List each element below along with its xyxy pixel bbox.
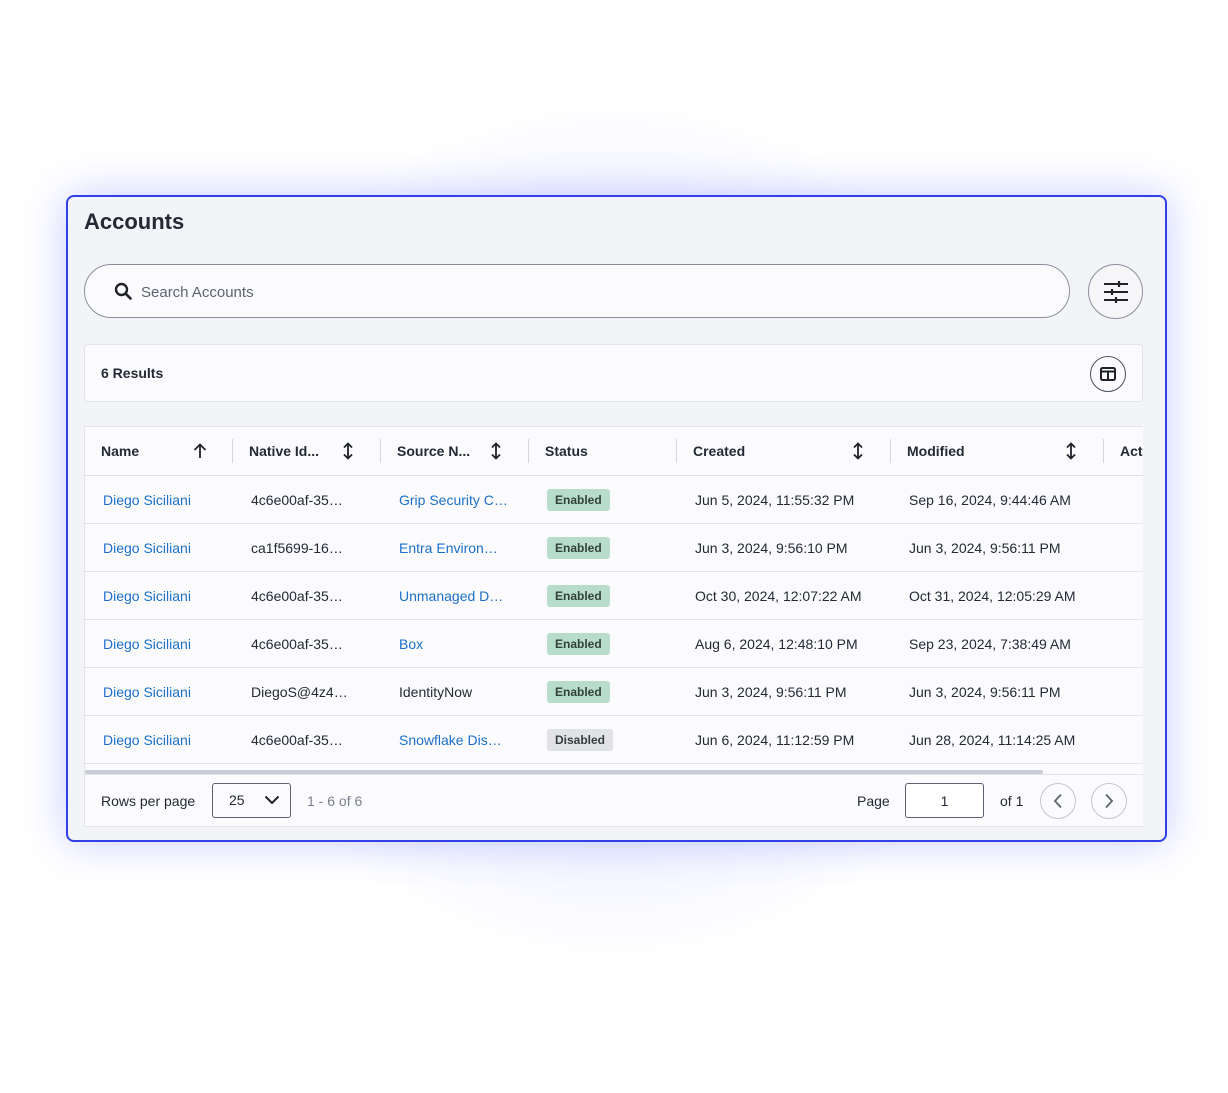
modified-cell: Jun 3, 2024, 9:56:11 PM xyxy=(891,523,1104,572)
pagination-bar: Rows per page 25 1 - 6 of 6 Page of 1 xyxy=(85,774,1143,826)
status-badge: Enabled xyxy=(547,536,610,559)
column-header-name[interactable]: Name xyxy=(85,427,233,476)
account-name-link[interactable]: Diego Siciliani xyxy=(85,667,233,716)
sort-toggle-icon[interactable] xyxy=(1062,442,1080,460)
sort-toggle-icon[interactable] xyxy=(849,442,867,460)
rows-per-page-select[interactable]: 25 xyxy=(212,783,291,818)
column-header-label: Source N... xyxy=(397,443,471,459)
column-header-label: Modified xyxy=(907,443,965,459)
status-cell: Enabled xyxy=(529,475,677,524)
accounts-panel: Accounts 6 Results xyxy=(66,195,1167,842)
status-badge: Enabled xyxy=(547,488,610,511)
modified-cell: Jun 28, 2024, 11:14:25 AM xyxy=(891,715,1104,764)
column-header-created[interactable]: Created xyxy=(677,427,891,476)
results-count: 6 Results xyxy=(101,365,164,381)
rows-per-page-value: 25 xyxy=(229,792,245,808)
native-id-cell: 4c6e00af-35… xyxy=(233,715,381,764)
modified-cell: Jun 3, 2024, 9:56:11 PM xyxy=(891,667,1104,716)
created-cell: Jun 3, 2024, 9:56:10 PM xyxy=(677,523,891,572)
account-name-link[interactable]: Diego Siciliani xyxy=(85,715,233,764)
modified-cell: Oct 31, 2024, 12:05:29 AM xyxy=(891,571,1104,620)
table-row[interactable]: Diego Siciliani 4c6e00af-35… Grip Securi… xyxy=(85,475,1143,524)
results-range: 1 - 6 of 6 xyxy=(307,793,363,809)
source-name-link[interactable]: Unmanaged D… xyxy=(381,571,529,620)
column-header-source-name[interactable]: Source N... xyxy=(381,427,529,476)
source-name-link[interactable]: Entra Environ… xyxy=(381,523,529,572)
column-header-label: Native Id... xyxy=(249,443,320,459)
status-cell: Disabled xyxy=(529,715,677,764)
table-row[interactable]: Diego Siciliani ca1f5699-16… Entra Envir… xyxy=(85,523,1143,572)
table-row[interactable]: Diego Siciliani DiegoS@4z4… IdentityNow … xyxy=(85,667,1143,716)
source-name-link[interactable]: Grip Security C… xyxy=(381,475,529,524)
status-badge: Disabled xyxy=(547,728,614,751)
sort-toggle-icon[interactable] xyxy=(339,442,357,460)
search-box[interactable] xyxy=(84,264,1070,318)
search-input[interactable] xyxy=(139,279,1043,305)
column-header-status: Status xyxy=(529,427,677,476)
account-name-link[interactable]: Diego Siciliani xyxy=(85,475,233,524)
status-cell: Enabled xyxy=(529,571,677,620)
account-name-link[interactable]: Diego Siciliani xyxy=(85,619,233,668)
sort-toggle-icon[interactable] xyxy=(487,442,505,460)
column-settings-button[interactable] xyxy=(1090,356,1126,392)
actions-cell xyxy=(1104,667,1143,716)
native-id-cell: 4c6e00af-35… xyxy=(233,619,381,668)
actions-cell xyxy=(1104,571,1143,620)
results-bar: 6 Results xyxy=(84,344,1143,402)
status-badge: Enabled xyxy=(547,632,610,655)
next-page-button[interactable] xyxy=(1091,783,1127,819)
sort-ascending-icon[interactable] xyxy=(191,442,209,460)
status-cell: Enabled xyxy=(529,667,677,716)
column-header-modified[interactable]: Modified xyxy=(891,427,1104,476)
created-cell: Jun 5, 2024, 11:55:32 PM xyxy=(677,475,891,524)
table-row[interactable]: Diego Siciliani 4c6e00af-35… Snowflake D… xyxy=(85,715,1143,764)
account-name-link[interactable]: Diego Siciliani xyxy=(85,571,233,620)
columns-icon xyxy=(1100,367,1116,381)
page-total-label: of 1 xyxy=(1000,793,1024,809)
native-id-cell: 4c6e00af-35… xyxy=(233,571,381,620)
page-number-input[interactable] xyxy=(905,783,984,818)
native-id-cell: 4c6e00af-35… xyxy=(233,475,381,524)
actions-cell xyxy=(1104,715,1143,764)
table-row[interactable]: Diego Siciliani 4c6e00af-35… Box Enabled… xyxy=(85,619,1143,668)
filter-button[interactable] xyxy=(1088,264,1143,319)
page-label: Page xyxy=(857,793,890,809)
column-header-label: Status xyxy=(545,443,588,459)
created-cell: Aug 6, 2024, 12:48:10 PM xyxy=(677,619,891,668)
column-header-label: Name xyxy=(101,443,140,459)
table-header-row: Name Native Id... Source N... Status Cre… xyxy=(85,427,1143,476)
source-name-cell: IdentityNow xyxy=(381,667,529,716)
chevron-right-icon xyxy=(1105,793,1114,809)
status-cell: Enabled xyxy=(529,523,677,572)
source-name-link[interactable]: Box xyxy=(381,619,529,668)
account-name-link[interactable]: Diego Siciliani xyxy=(85,523,233,572)
actions-cell xyxy=(1104,619,1143,668)
rows-per-page-label: Rows per page xyxy=(101,793,196,809)
modified-cell: Sep 16, 2024, 9:44:46 AM xyxy=(891,475,1104,524)
accounts-table: Name Native Id... Source N... Status Cre… xyxy=(84,426,1143,827)
native-id-cell: ca1f5699-16… xyxy=(233,523,381,572)
page-title: Accounts xyxy=(84,209,185,234)
chevron-down-icon xyxy=(264,795,280,805)
chevron-left-icon xyxy=(1053,793,1062,809)
created-cell: Jun 6, 2024, 11:12:59 PM xyxy=(677,715,891,764)
created-cell: Oct 30, 2024, 12:07:22 AM xyxy=(677,571,891,620)
native-id-cell: DiegoS@4z4… xyxy=(233,667,381,716)
column-header-native-id[interactable]: Native Id... xyxy=(233,427,381,476)
status-badge: Enabled xyxy=(547,680,610,703)
column-header-label: Created xyxy=(693,443,746,459)
search-icon xyxy=(114,282,132,300)
actions-cell xyxy=(1104,523,1143,572)
source-name-link[interactable]: Snowflake Dis… xyxy=(381,715,529,764)
created-cell: Jun 3, 2024, 9:56:11 PM xyxy=(677,667,891,716)
modified-cell: Sep 23, 2024, 7:38:49 AM xyxy=(891,619,1104,668)
column-header-actions: Act xyxy=(1104,427,1143,476)
status-cell: Enabled xyxy=(529,619,677,668)
table-row[interactable]: Diego Siciliani 4c6e00af-35… Unmanaged D… xyxy=(85,571,1143,620)
sliders-icon xyxy=(1103,280,1128,303)
previous-page-button[interactable] xyxy=(1040,783,1076,819)
status-badge: Enabled xyxy=(547,584,610,607)
column-header-label: Act xyxy=(1120,443,1143,459)
actions-cell xyxy=(1104,475,1143,524)
